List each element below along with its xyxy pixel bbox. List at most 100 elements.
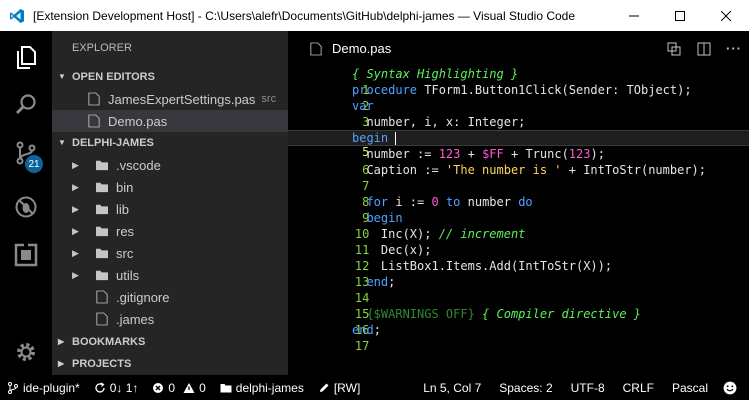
eol-status[interactable]: CRLF (614, 381, 663, 395)
code-keyword: begin (352, 131, 389, 145)
encoding-status[interactable]: UTF-8 (562, 381, 614, 395)
code-editor[interactable]: 1 { Syntax Highlighting } 2 procedure TF… (288, 66, 749, 353)
readwrite-status[interactable]: [RW] (311, 381, 367, 395)
problems-status[interactable]: 0 0 (145, 381, 212, 395)
git-branch-status[interactable]: ide-plugin* (0, 381, 87, 395)
code-text: number := (352, 147, 439, 161)
code-text: ; (518, 115, 526, 129)
indentation-status[interactable]: Spaces: 2 (490, 381, 561, 395)
code-comment: // increment (438, 227, 526, 241)
vscode-logo-icon (10, 8, 24, 23)
file-icon (94, 311, 110, 327)
git-branch-icon (8, 381, 18, 394)
cursor-position-status[interactable]: Ln 5, Col 7 (414, 381, 490, 395)
close-icon (721, 10, 731, 21)
debug-activity-button[interactable] (0, 183, 52, 231)
workspace-folder-status[interactable]: delphi-james (213, 381, 311, 395)
activity-bar: 21 (0, 31, 52, 375)
git-sync-status[interactable]: 0↓ 1↑ (87, 381, 146, 395)
chevron-right-icon: ▶ (72, 203, 79, 214)
settings-activity-button[interactable] (0, 328, 52, 376)
code-keyword: do (518, 195, 533, 209)
folder-icon (94, 179, 110, 195)
close-window-button[interactable] (703, 0, 749, 31)
code-text: Caption := (352, 163, 446, 177)
folder-icon (94, 267, 110, 283)
feedback-button[interactable] (717, 381, 749, 395)
code-text: number (460, 195, 519, 209)
code-number: 123 (438, 147, 461, 161)
code-line: 10 begin (288, 210, 749, 241)
folder-item-res[interactable]: ▶ res (52, 220, 288, 242)
folder-item-vscode[interactable]: ▶ .vscode (52, 154, 288, 176)
text-cursor (395, 132, 397, 145)
error-icon (153, 382, 164, 393)
explorer-sidebar: EXPLORER ▼ OPEN EDITORS JamesExpertSetti… (52, 31, 288, 375)
chevron-right-icon: ▶ (72, 247, 79, 258)
code-line: 6 number := 123 + $FF + Trunc(123); (288, 146, 749, 177)
code-line: 8 (288, 178, 749, 209)
code-line: 7 Caption := 'The number is ' + IntToStr… (288, 162, 749, 193)
open-editor-label: JamesExpertSettings.pas (108, 91, 256, 107)
search-activity-button[interactable] (0, 81, 52, 129)
folder-item-lib[interactable]: ▶ lib (52, 198, 288, 220)
code-line: 15 (288, 290, 749, 321)
code-line: 4 number, i, x: Integer; (288, 114, 749, 145)
line-number: 17 (354, 339, 370, 353)
code-keyword: var (352, 99, 374, 113)
maximize-button[interactable] (657, 0, 703, 31)
search-icon (15, 94, 36, 115)
extensions-activity-button[interactable] (0, 231, 52, 279)
folder-item-src[interactable]: ▶ src (52, 242, 288, 264)
tab-demo-pas[interactable]: Demo.pas (288, 31, 391, 66)
folder-icon (94, 223, 110, 239)
code-comment: { Compiler directive } (474, 307, 641, 321)
code-keyword: to (438, 195, 461, 209)
bookmarks-header[interactable]: ▶ BOOKMARKS (52, 331, 288, 353)
code-keyword: end (352, 275, 389, 289)
project-folder-header[interactable]: ▼ DELPHI-JAMES (52, 132, 288, 154)
code-text: TForm1.Button1Click(Sender: TObject); (417, 83, 692, 97)
split-editor-icon (697, 42, 711, 55)
explorer-activity-button[interactable] (0, 33, 52, 81)
minimize-button[interactable] (611, 0, 657, 31)
folder-icon (220, 383, 232, 392)
code-directive: {$WARNINGS OFF} (352, 307, 475, 321)
chevron-down-icon: ▼ (58, 138, 66, 147)
editor-area: Demo.pas ··· 1 { Syntax Highlighting } 2… (288, 31, 749, 375)
files-icon (17, 46, 36, 69)
open-changes-button[interactable] (659, 42, 689, 56)
code-line: 16 {$WARNINGS OFF} { Compiler directive … (288, 306, 749, 337)
source-control-activity-button[interactable]: 21 (0, 129, 52, 177)
open-editor-item[interactable]: JamesExpertSettings.pas src (52, 88, 288, 110)
code-keyword: procedure (352, 83, 418, 97)
code-line: 17 end; (288, 322, 749, 353)
code-keyword: for (352, 195, 389, 209)
file-icon (86, 91, 102, 107)
open-editor-folder-hint: src (261, 93, 277, 105)
debug-icon (15, 196, 37, 218)
folder-item-bin[interactable]: ▶ bin (52, 176, 288, 198)
code-text: + (460, 147, 483, 161)
more-actions-button[interactable]: ··· (719, 41, 749, 56)
code-text: i := (388, 195, 432, 209)
open-editor-item-active[interactable]: Demo.pas (52, 110, 288, 132)
code-line: 13 ListBox1.Items.Add(IntToStr(X)); (288, 258, 749, 289)
chevron-right-icon: ▶ (72, 159, 79, 170)
split-editor-button[interactable] (689, 42, 719, 56)
file-icon (86, 113, 102, 129)
extensions-icon (14, 243, 38, 267)
scm-count-badge: 21 (25, 155, 43, 173)
projects-header[interactable]: ▶ PROJECTS (52, 353, 288, 375)
file-item-gitignore[interactable]: .gitignore (52, 286, 288, 308)
status-bar: ide-plugin* 0↓ 1↑ 0 0 delphi-james [RW] … (0, 375, 749, 400)
file-item-james[interactable]: .james (52, 308, 288, 330)
code-text: ; (373, 323, 381, 337)
code-keyword: end (352, 323, 374, 337)
language-mode-status[interactable]: Pascal (663, 381, 717, 395)
code-line: 2 procedure TForm1.Button1Click(Sender: … (288, 82, 749, 113)
folder-icon (94, 157, 110, 173)
code-type: Integer (467, 115, 519, 129)
open-editors-header[interactable]: ▼ OPEN EDITORS (52, 66, 288, 88)
folder-item-utils[interactable]: ▶ utils (52, 264, 288, 286)
